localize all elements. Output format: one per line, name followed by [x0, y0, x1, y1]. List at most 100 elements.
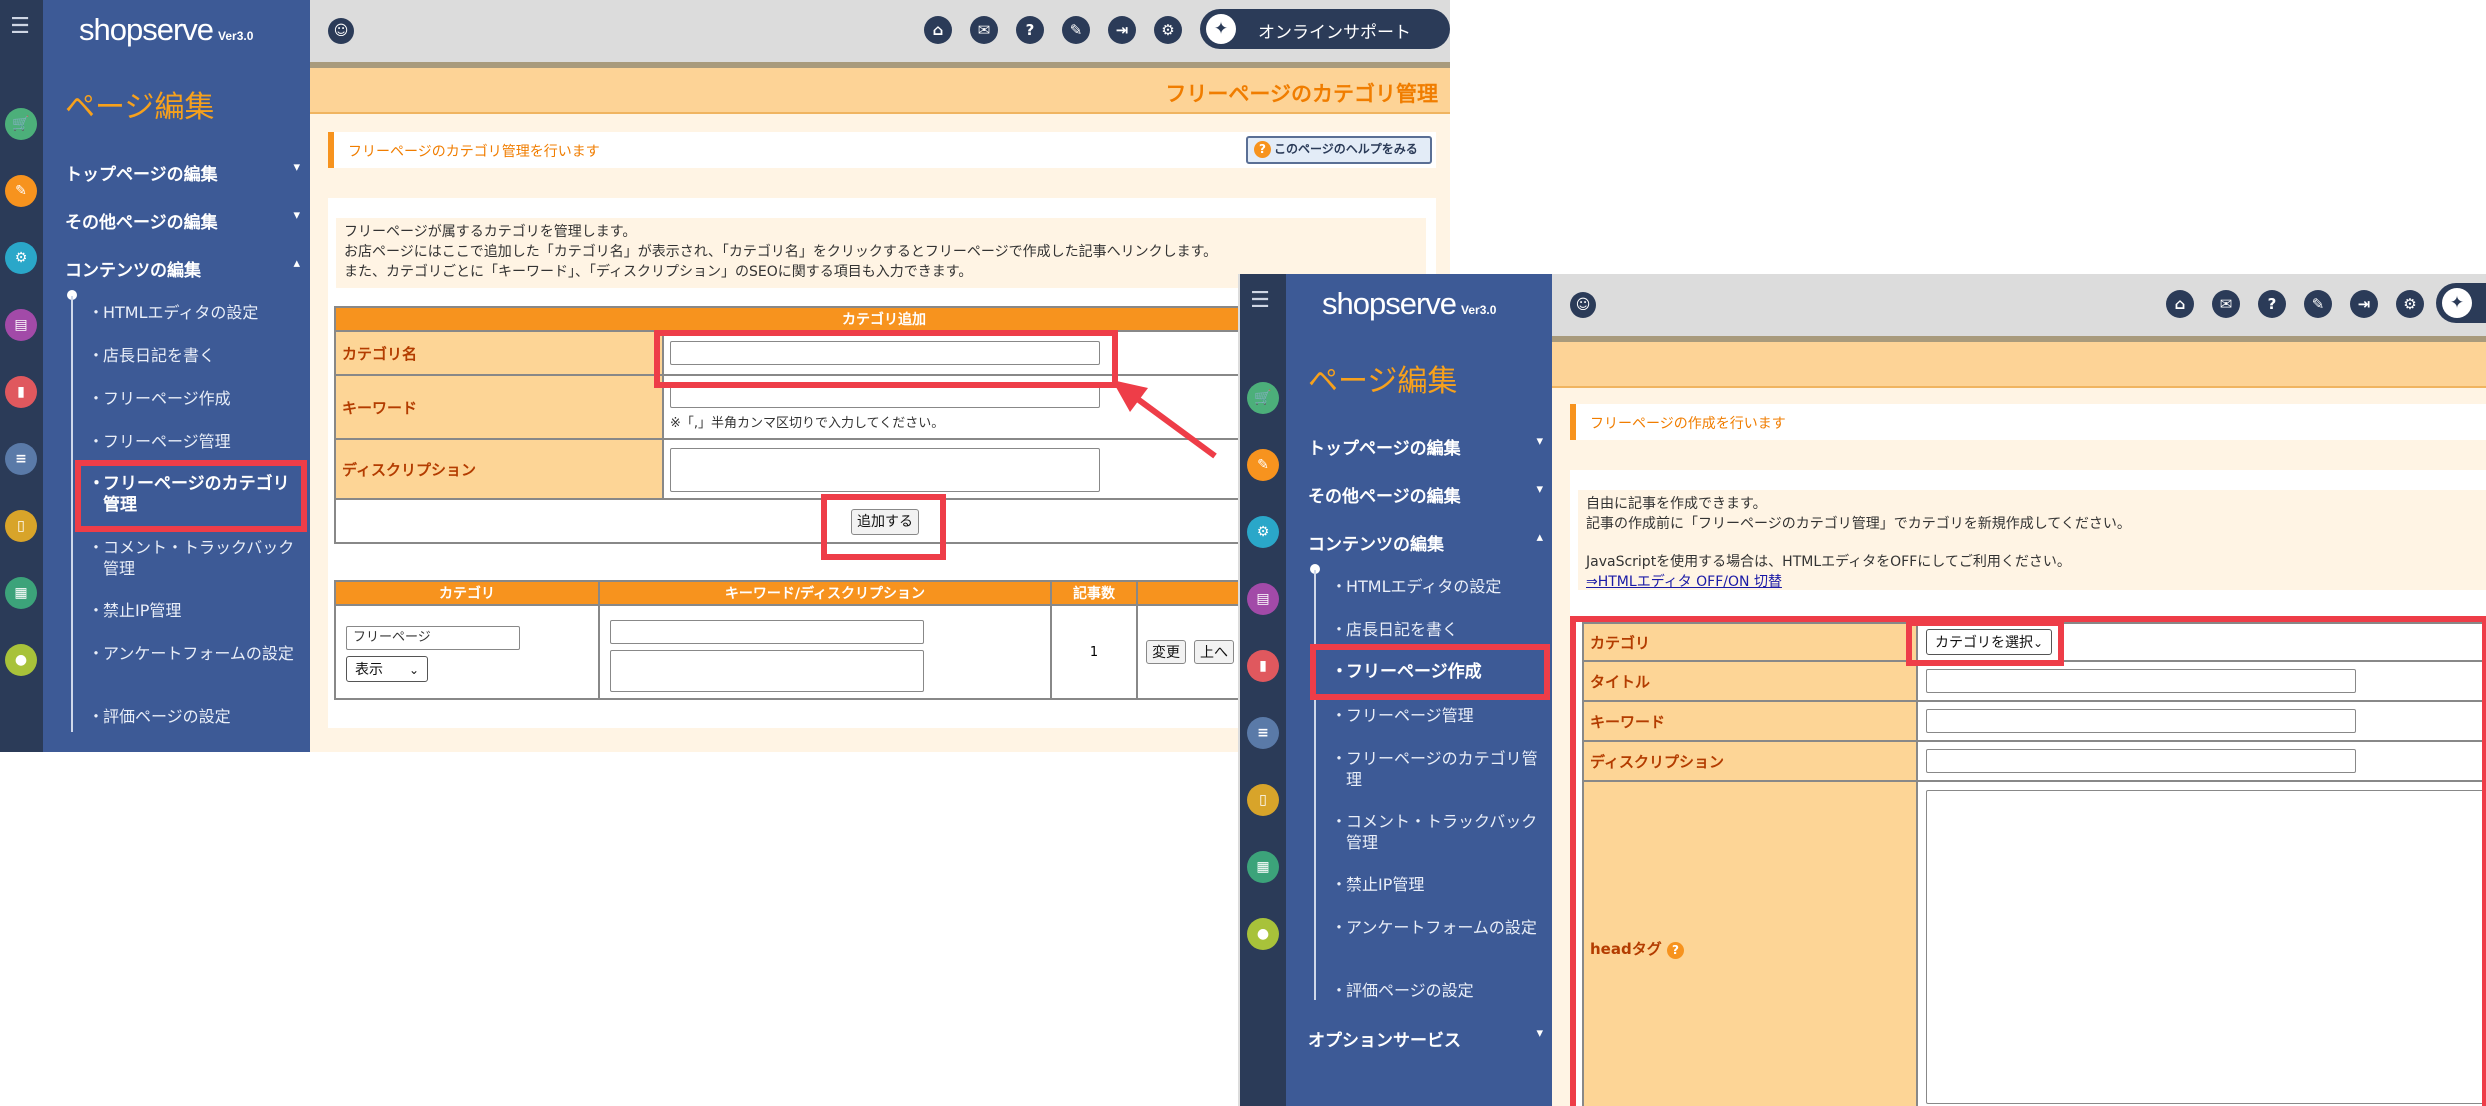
tree-line [1314, 570, 1316, 1000]
gear-icon[interactable]: ⚙ [5, 242, 37, 274]
nav-option-service[interactable]: オプションサービス ▾ [1308, 1026, 1543, 1051]
help-button[interactable]: ? このページのヘルプをみる [1246, 136, 1432, 164]
sidebar-item-free-page-create[interactable]: ・フリーページ作成 [88, 388, 303, 409]
chat-icon[interactable]: ✎ [1062, 16, 1090, 44]
chevron-down-icon: ▾ [1536, 1026, 1543, 1041]
move-up-button[interactable]: 上へ [1194, 640, 1234, 664]
page-title: フリーページのカテゴリ管理 [1165, 82, 1438, 106]
cart-icon[interactable]: 🛒 [1247, 382, 1279, 414]
nav-contents[interactable]: コンテンツの編集 ▴ [65, 256, 300, 281]
sidebar-item-diary[interactable]: ・店長日記を書く [1331, 619, 1546, 640]
col-keyword-description: キーワード/ディスクリプション [598, 580, 1052, 606]
icon-rail: ☰ 🛒 ✎ ⚙ ▤ ▮ ≡ ▯ ▦ ● [1240, 274, 1286, 1106]
server-icon[interactable]: ≡ [5, 443, 37, 475]
users-icon[interactable]: ● [1247, 918, 1279, 950]
shop-icon[interactable]: ⌂ [2166, 290, 2194, 318]
sidebar-item-comments[interactable]: ・コメント・トラックバック管理 [88, 537, 303, 579]
sidebar-item-rating[interactable]: ・評価ページの設定 [88, 706, 303, 727]
clipboard-icon[interactable]: ▦ [5, 577, 37, 609]
col-article-count: 記事数 [1050, 580, 1138, 606]
chart-icon[interactable]: ▮ [1247, 650, 1279, 682]
sidebar-item-comments[interactable]: ・コメント・トラックバック管理 [1331, 811, 1546, 853]
logout-icon[interactable]: ⇥ [1108, 16, 1136, 44]
nav-top-page[interactable]: トップページの編集 ▾ [65, 160, 300, 185]
layout-icon[interactable]: ▤ [5, 309, 37, 341]
sidebar-item-survey[interactable]: ・アンケートフォームの設定 [1331, 917, 1546, 938]
page-description: 自由に記事を作成できます。 記事の作成前に「フリーページのカテゴリ管理」でカテゴ… [1578, 490, 2486, 590]
shopserve-logo: shopserve Ver3.0 [1322, 286, 1497, 321]
sidebar-item-html-editor[interactable]: ・ HTMLエディタの設定 [1331, 576, 1546, 597]
chart-icon[interactable]: ▮ [5, 376, 37, 408]
mail-icon[interactable]: ✉ [2212, 290, 2240, 318]
chevron-down-icon: ▾ [1536, 434, 1543, 449]
chat-icon[interactable]: ✎ [2304, 290, 2332, 318]
chevron-up-icon: ▴ [293, 256, 300, 271]
sidebar-item-diary[interactable]: ・店長日記を書く [88, 345, 303, 366]
shopserve-logo: shopserve Ver3.0 [79, 12, 254, 47]
icon-rail: ☰ 🛒 ✎ ⚙ ▤ ▮ ≡ ▯ ▦ ● [0, 0, 43, 752]
sidebar-item-survey[interactable]: ・アンケートフォームの設定 [88, 643, 303, 664]
clipboard-icon[interactable]: ▦ [1247, 851, 1279, 883]
section-title: ページ編集 [65, 90, 215, 125]
lightbulb-icon: ✦ [1206, 14, 1236, 44]
gear-icon[interactable]: ⚙ [1247, 516, 1279, 548]
mobile-icon[interactable]: ▯ [5, 510, 37, 542]
user-icon[interactable]: ☺ [1570, 292, 1596, 318]
description-textarea[interactable] [670, 448, 1100, 492]
html-editor-toggle-link[interactable]: ⇒HTMLエディタ OFF/ON 切替 [1586, 572, 2480, 592]
sidebar-item-banned-ip[interactable]: ・禁止IP管理 [88, 600, 303, 621]
nav-contents[interactable]: コンテンツの編集 ▴ [1308, 530, 1543, 555]
top-bar: ☺ ⌂ ✉ ? ✎ ⇥ ⚙ ✦ [1552, 274, 2486, 336]
visibility-select[interactable]: 表示 ⌄ [346, 656, 428, 682]
settings-icon[interactable]: ⚙ [2396, 290, 2424, 318]
online-support-button[interactable]: ✦ [2436, 283, 2486, 323]
lightbulb-icon: ✦ [2442, 288, 2472, 318]
help-icon[interactable]: ? [1016, 16, 1044, 44]
arrow-line [1126, 389, 1217, 459]
edit-icon[interactable]: ✎ [1247, 449, 1279, 481]
highlight-category-select [1906, 620, 2064, 666]
menu-toggle-icon[interactable]: ☰ [7, 14, 33, 40]
highlight-sidebar-category [75, 460, 307, 532]
chevron-down-icon: ⌄ [408, 663, 419, 677]
chevron-down-icon: ▾ [293, 208, 300, 223]
nav-other-pages[interactable]: その他ページの編集 ▾ [1308, 482, 1543, 507]
nav-top-page[interactable]: トップページの編集 ▾ [1308, 434, 1543, 459]
help-icon[interactable]: ? [2258, 290, 2286, 318]
menu-toggle-icon[interactable]: ☰ [1247, 288, 1273, 314]
sidebar: shopserve Ver3.0 ページ編集 トップページの編集 ▾ その他ページの… [43, 0, 310, 752]
layout-icon[interactable]: ▤ [1247, 583, 1279, 615]
row-description-textarea[interactable] [610, 650, 924, 692]
shop-icon[interactable]: ⌂ [924, 16, 952, 44]
sidebar-item-rating[interactable]: ・評価ページの設定 [1331, 980, 1546, 1001]
chevron-up-icon: ▴ [1536, 530, 1543, 545]
users-icon[interactable]: ● [5, 644, 37, 676]
sidebar-item-html-editor[interactable]: ・ HTMLエディタの設定 [88, 302, 303, 323]
highlight-category-input [654, 330, 1118, 388]
change-button[interactable]: 変更 [1146, 640, 1186, 664]
row-keyword-input[interactable] [610, 620, 924, 644]
nav-other-pages[interactable]: その他ページの編集 ▾ [65, 208, 300, 233]
category-name-field[interactable]: フリーページ [346, 626, 520, 650]
title-bar: フリーページのカテゴリ管理 [310, 68, 1450, 114]
title-bar [1552, 342, 2486, 388]
sidebar-item-free-page-manage[interactable]: ・フリーページ管理 [88, 431, 303, 452]
settings-icon[interactable]: ⚙ [1154, 16, 1182, 44]
description-label: ディスクリプション [334, 438, 664, 500]
tree-line [71, 296, 73, 732]
cart-icon[interactable]: 🛒 [5, 108, 37, 140]
mobile-icon[interactable]: ▯ [1247, 784, 1279, 816]
sidebar-item-free-page-manage[interactable]: ・フリーページ管理 [1331, 705, 1546, 726]
online-support-button[interactable]: ✦ オンラインサポート [1200, 9, 1450, 49]
server-icon[interactable]: ≡ [1247, 717, 1279, 749]
sidebar-item-category-manage[interactable]: ・フリーページのカテゴリ管理 [1331, 748, 1546, 790]
top-bar: ☺ ⌂ ✉ ? ✎ ⇥ ⚙ ✦ オンラインサポート [310, 0, 1450, 62]
sidebar-item-banned-ip[interactable]: ・禁止IP管理 [1331, 874, 1546, 895]
keyword-hint: ※「,」半角カンマ区切りで入力してください。 [670, 416, 945, 431]
article-count: 1 [1050, 604, 1138, 700]
logout-icon[interactable]: ⇥ [2350, 290, 2378, 318]
category-name-label: カテゴリ名 [334, 330, 664, 376]
edit-icon[interactable]: ✎ [5, 175, 37, 207]
mail-icon[interactable]: ✉ [970, 16, 998, 44]
user-icon[interactable]: ☺ [328, 18, 354, 44]
